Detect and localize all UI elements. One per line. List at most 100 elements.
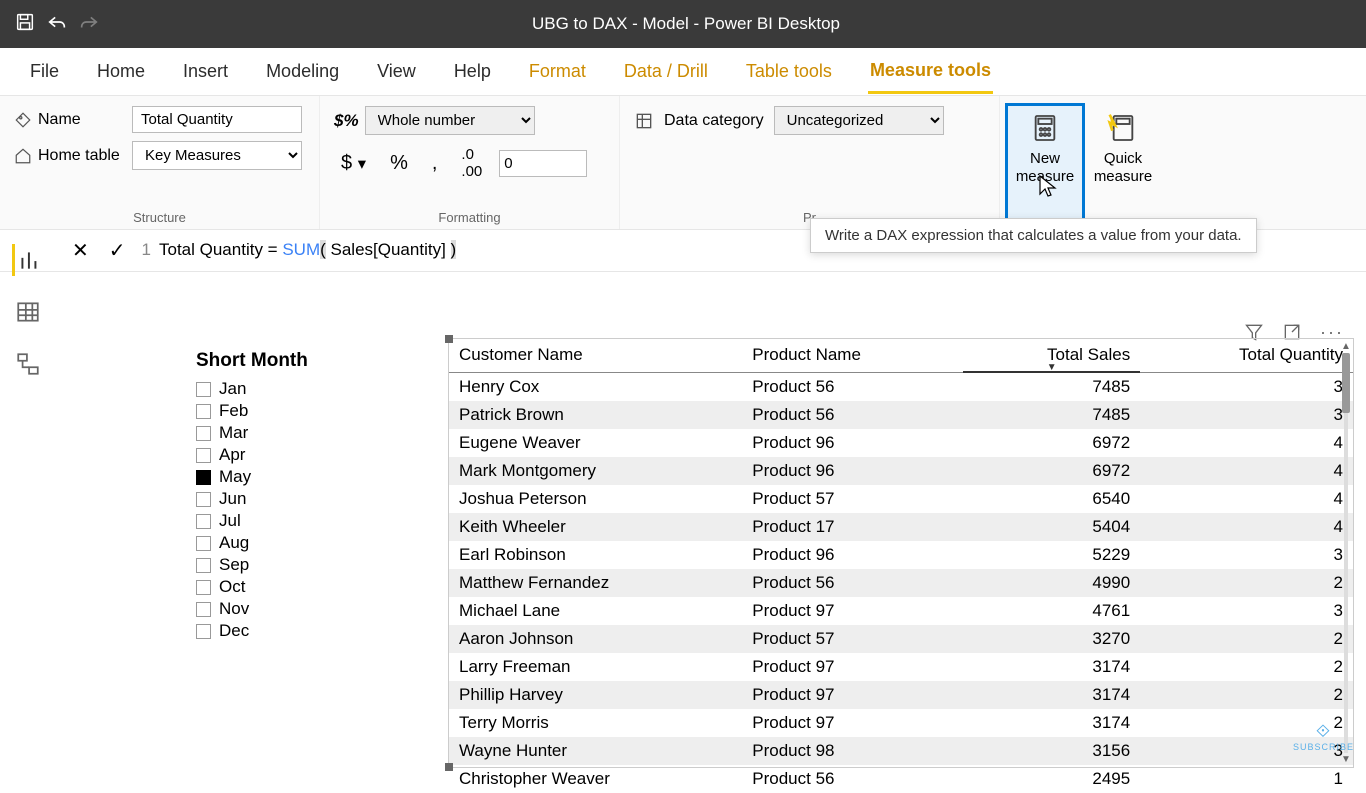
- table-row[interactable]: Henry CoxProduct 5674853: [449, 372, 1353, 401]
- formula-editor[interactable]: 1Total Quantity = SUM( Sales[Quantity] ): [142, 240, 457, 261]
- table-cell: Product 57: [742, 485, 963, 513]
- checkbox-icon[interactable]: [196, 514, 211, 529]
- percent-button[interactable]: %: [383, 149, 415, 178]
- tab-table-tools[interactable]: Table tools: [744, 51, 834, 92]
- checkbox-icon[interactable]: [196, 624, 211, 639]
- slicer-item[interactable]: Sep: [196, 554, 416, 576]
- checkbox-icon[interactable]: [196, 382, 211, 397]
- slicer-item[interactable]: Aug: [196, 532, 416, 554]
- tab-help[interactable]: Help: [452, 51, 493, 92]
- checkbox-icon[interactable]: [196, 448, 211, 463]
- formula-commit-button[interactable]: ✓: [99, 234, 136, 267]
- slicer-item-label: Jun: [219, 489, 246, 509]
- format-icon: $%: [334, 111, 359, 131]
- report-view-button[interactable]: [12, 244, 44, 276]
- report-canvas: ··· Short Month JanFebMarAprMayJunJulAug…: [62, 274, 1356, 768]
- redo-icon[interactable]: [78, 11, 100, 38]
- checkbox-icon[interactable]: [196, 602, 211, 617]
- table-cell: Product 56: [742, 401, 963, 429]
- tab-format[interactable]: Format: [527, 51, 588, 92]
- data-view-button[interactable]: [12, 296, 44, 328]
- checkbox-icon[interactable]: [196, 536, 211, 551]
- table-row[interactable]: Mark MontgomeryProduct 9669724: [449, 457, 1353, 485]
- table-scrollbar[interactable]: ▲ ▼: [1341, 343, 1351, 763]
- undo-icon[interactable]: [46, 11, 68, 38]
- scroll-thumb[interactable]: [1342, 353, 1350, 413]
- scroll-down-icon[interactable]: ▼: [1341, 754, 1351, 765]
- table-row[interactable]: Joshua PetersonProduct 5765404: [449, 485, 1353, 513]
- slicer-item[interactable]: Jul: [196, 510, 416, 532]
- format-select[interactable]: Whole number: [365, 106, 535, 135]
- slicer-item[interactable]: Nov: [196, 598, 416, 620]
- measure-name-input[interactable]: [132, 106, 302, 133]
- scroll-up-icon[interactable]: ▲: [1341, 341, 1351, 352]
- checkbox-icon[interactable]: [196, 426, 211, 441]
- group-structure-label: Structure: [14, 208, 305, 225]
- checkbox-icon[interactable]: [196, 404, 211, 419]
- model-view-button[interactable]: [12, 348, 44, 380]
- table-cell: 4761: [963, 597, 1140, 625]
- slicer-item[interactable]: Apr: [196, 444, 416, 466]
- column-header[interactable]: Total Sales: [963, 339, 1140, 372]
- quick-measure-button[interactable]: Quick measure: [1086, 106, 1160, 225]
- table-visual[interactable]: Customer NameProduct NameTotal SalesTota…: [448, 338, 1354, 768]
- decimals-input[interactable]: [499, 150, 587, 177]
- resize-handle[interactable]: [445, 335, 453, 343]
- table-cell: Patrick Brown: [449, 401, 742, 429]
- home-table-select[interactable]: Key Measures: [132, 141, 302, 170]
- tab-file[interactable]: File: [28, 51, 61, 92]
- column-header[interactable]: Product Name: [742, 339, 963, 372]
- checkbox-icon[interactable]: [196, 580, 211, 595]
- slicer-item[interactable]: Mar: [196, 422, 416, 444]
- scroll-track[interactable]: [1344, 353, 1348, 753]
- checkbox-icon[interactable]: [196, 470, 211, 485]
- checkbox-icon[interactable]: [196, 492, 211, 507]
- table-row[interactable]: Michael LaneProduct 9747613: [449, 597, 1353, 625]
- slicer-item-label: May: [219, 467, 251, 487]
- table-row[interactable]: Aaron JohnsonProduct 5732702: [449, 625, 1353, 653]
- currency-button[interactable]: $ ▾: [334, 149, 373, 178]
- slicer-item[interactable]: Feb: [196, 400, 416, 422]
- tab-view[interactable]: View: [375, 51, 418, 92]
- slicer-item[interactable]: Oct: [196, 576, 416, 598]
- slicer-item[interactable]: Jan: [196, 378, 416, 400]
- resize-handle[interactable]: [445, 763, 453, 771]
- table-row[interactable]: Matthew FernandezProduct 5649902: [449, 569, 1353, 597]
- column-header[interactable]: Customer Name: [449, 339, 742, 372]
- tab-modeling[interactable]: Modeling: [264, 51, 341, 92]
- formula-cancel-button[interactable]: ✕: [62, 234, 99, 267]
- new-measure-button[interactable]: New measure: [1008, 106, 1082, 225]
- home-table-label: Home table: [14, 147, 124, 165]
- table-cell: Product 56: [742, 765, 963, 793]
- subscribe-watermark: ⟐ SUBSCRIBE: [1293, 721, 1354, 752]
- checkbox-icon[interactable]: [196, 558, 211, 573]
- decimal-button[interactable]: .0.00: [454, 143, 489, 183]
- comma-button[interactable]: ,: [425, 149, 445, 178]
- table-row[interactable]: Larry FreemanProduct 9731742: [449, 653, 1353, 681]
- data-category-select[interactable]: Uncategorized: [774, 106, 944, 135]
- table-cell: 4: [1140, 485, 1353, 513]
- slicer-item[interactable]: May: [196, 466, 416, 488]
- table-row[interactable]: Phillip HarveyProduct 9731742: [449, 681, 1353, 709]
- table-row[interactable]: Earl RobinsonProduct 9652293: [449, 541, 1353, 569]
- table-row[interactable]: Keith WheelerProduct 1754044: [449, 513, 1353, 541]
- table-cell: 5229: [963, 541, 1140, 569]
- table-row[interactable]: Patrick BrownProduct 5674853: [449, 401, 1353, 429]
- table-row[interactable]: Christopher WeaverProduct 5624951: [449, 765, 1353, 793]
- column-header[interactable]: Total Quantity: [1140, 339, 1353, 372]
- tab-data-drill[interactable]: Data / Drill: [622, 51, 710, 92]
- tab-home[interactable]: Home: [95, 51, 147, 92]
- slicer-item-label: Feb: [219, 401, 248, 421]
- save-icon[interactable]: [14, 11, 36, 38]
- slicer-short-month[interactable]: Short Month JanFebMarAprMayJunJulAugSepO…: [196, 350, 416, 642]
- slicer-item[interactable]: Dec: [196, 620, 416, 642]
- table-cell: 4: [1140, 429, 1353, 457]
- table-cell: Product 17: [742, 513, 963, 541]
- table-row[interactable]: Eugene WeaverProduct 9669724: [449, 429, 1353, 457]
- tab-insert[interactable]: Insert: [181, 51, 230, 92]
- table-cell: 3156: [963, 737, 1140, 765]
- table-row[interactable]: Terry MorrisProduct 9731742: [449, 709, 1353, 737]
- slicer-item[interactable]: Jun: [196, 488, 416, 510]
- table-row[interactable]: Wayne HunterProduct 9831563: [449, 737, 1353, 765]
- tab-measure-tools[interactable]: Measure tools: [868, 50, 993, 94]
